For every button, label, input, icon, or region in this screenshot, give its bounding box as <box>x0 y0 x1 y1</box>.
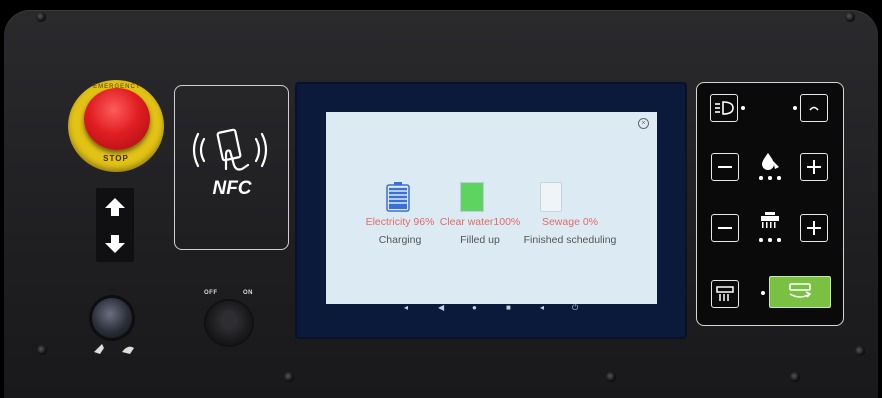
screw <box>606 372 616 382</box>
power-icon[interactable]: ⏻ <box>572 303 578 313</box>
stop-label: STOP <box>103 154 129 163</box>
headlight-indicator <box>741 106 745 110</box>
key-slot <box>224 310 234 330</box>
plus-icon <box>807 221 821 235</box>
electricity-label: Electricity <box>365 216 411 228</box>
sewage-label: Sewage <box>541 216 580 228</box>
back-icon[interactable]: ◀ <box>438 303 444 312</box>
system-nav-bar: ◂ ◀ ● ■ ◂ ⏻ <box>400 303 585 315</box>
squeegee-button[interactable] <box>711 280 739 308</box>
sewage-tank <box>540 182 562 212</box>
brush-increase-button[interactable] <box>800 214 828 242</box>
arrow-down-icon <box>105 234 125 253</box>
headlight-icon <box>715 101 734 115</box>
mode-indicator <box>761 291 765 295</box>
emergency-stop-button[interactable] <box>84 88 150 150</box>
touch-screen[interactable] <box>326 112 657 304</box>
volume-up-icon[interactable]: ◂ <box>540 303 544 312</box>
key-off-label: OFF <box>204 290 218 296</box>
headlight-button[interactable] <box>710 94 738 122</box>
brush-decrease-button[interactable] <box>711 214 739 242</box>
water-decrease-button[interactable] <box>711 153 739 181</box>
minus-icon <box>718 166 732 168</box>
cleaning-mode-button[interactable] <box>769 276 831 308</box>
recents-icon[interactable]: ■ <box>506 303 511 312</box>
clear-water-status: Filled up <box>460 234 500 246</box>
arrow-up-icon <box>105 197 125 216</box>
clear-water-value: 100% <box>493 216 521 228</box>
brush-pressure-dot <box>759 238 763 242</box>
horn-icon <box>809 106 819 111</box>
lift-buttons <box>96 188 134 262</box>
water-increase-button[interactable] <box>800 153 828 181</box>
brush-pressure-dot <box>768 238 772 242</box>
water-level-dot <box>768 176 772 180</box>
key-on-label: ON <box>243 290 253 296</box>
close-icon[interactable]: × <box>638 118 649 129</box>
sewage-value: 0% <box>582 216 599 228</box>
water-level-dot <box>777 176 781 180</box>
horn-button[interactable] <box>800 94 828 122</box>
brush-icon <box>761 212 779 228</box>
home-icon[interactable]: ● <box>472 303 477 312</box>
horn-indicator <box>793 106 797 110</box>
nfc-label: NFC <box>212 178 252 199</box>
screw <box>37 345 47 355</box>
squeegee-icon <box>716 286 734 301</box>
screw <box>36 12 46 22</box>
screw <box>845 12 855 22</box>
clear-water-tank <box>460 182 484 212</box>
nfc-icon <box>192 128 268 171</box>
plus-icon <box>807 160 821 174</box>
screw <box>790 372 800 382</box>
electricity-value: 96% <box>413 216 435 228</box>
knob-direction-icon <box>94 344 134 354</box>
electricity-stat: Electricity 96% Charging <box>362 216 438 246</box>
clear-water-label: Clear water <box>439 216 494 228</box>
screw <box>284 372 294 382</box>
screw <box>855 346 865 356</box>
electricity-status: Charging <box>378 234 422 246</box>
brush-pressure-dot <box>777 238 781 242</box>
sewage-status: Finished scheduling <box>523 234 617 246</box>
water-drop-icon <box>762 153 779 170</box>
minus-icon <box>718 227 732 229</box>
up-button[interactable] <box>96 188 134 225</box>
water-level-dot <box>759 176 763 180</box>
clear-water-stat: Clear water100% Filled up <box>436 216 524 246</box>
speed-knob[interactable] <box>92 298 132 338</box>
down-button[interactable] <box>96 225 134 262</box>
sewage-stat: Sewage 0% Finished scheduling <box>520 216 620 246</box>
cleaning-mode-icon <box>789 283 812 298</box>
volume-down-icon[interactable]: ◂ <box>404 303 408 312</box>
estop-ring-text: EMERGENCY <box>93 84 141 90</box>
battery-icon <box>386 182 410 212</box>
